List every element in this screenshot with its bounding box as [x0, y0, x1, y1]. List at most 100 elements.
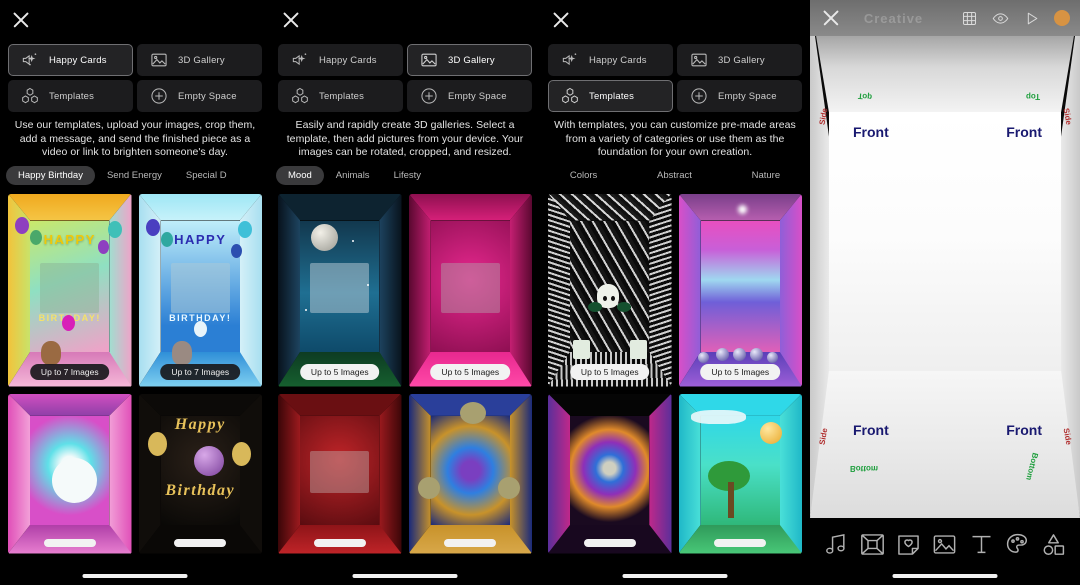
panel-3d-gallery: Happy Cards 3D Gallery Templates Empty S…	[270, 0, 540, 585]
close-icon[interactable]	[280, 9, 302, 31]
panel2-category-tabs[interactable]: Mood Animals Lifesty	[270, 166, 540, 186]
mode-happy-cards-label: Happy Cards	[589, 54, 647, 66]
thumbnail-badge	[43, 538, 96, 547]
mode-happy-cards[interactable]: Happy Cards	[278, 44, 403, 76]
mode-happy-cards[interactable]: Happy Cards	[548, 44, 673, 76]
mode-empty-space[interactable]: Empty Space	[677, 80, 802, 112]
close-icon[interactable]	[820, 7, 842, 29]
grid-icon[interactable]	[961, 10, 978, 27]
thumbnail-badge	[714, 538, 767, 547]
mode-3d-gallery[interactable]: 3D Gallery	[137, 44, 262, 76]
editor-title: Creative	[863, 10, 924, 26]
template-thumbnail[interactable]	[678, 393, 802, 554]
template-thumbnail[interactable]	[278, 393, 402, 554]
mode-empty-space[interactable]: Empty Space	[137, 80, 262, 112]
category-tab[interactable]: Lifesty	[382, 166, 433, 185]
template-thumbnail[interactable]	[548, 393, 672, 554]
mode-3d-gallery[interactable]: 3D Gallery	[677, 44, 802, 76]
panel2-template-grid: Up to 5 Images Up to 5 Images	[270, 186, 540, 554]
category-tab[interactable]: Send Energy	[95, 166, 174, 185]
plus-circle-icon	[149, 86, 169, 106]
mode-empty-space[interactable]: Empty Space	[407, 80, 532, 112]
template-thumbnail[interactable]: Up to 5 Images	[678, 193, 802, 387]
thumbnail-badge	[583, 538, 636, 547]
room-label-top-right: Top	[1025, 92, 1040, 101]
home-indicator	[622, 574, 728, 578]
sparkle-megaphone-icon	[20, 50, 40, 70]
template-thumbnail[interactable]: Up to 5 Images	[278, 193, 402, 387]
room-label-top-left: Top	[857, 91, 873, 102]
room-label-side-left: Side	[817, 107, 830, 126]
template-thumbnail[interactable]: Up to 5 Images	[548, 193, 672, 387]
play-icon[interactable]	[1023, 10, 1040, 27]
room-floor[interactable]	[810, 371, 1080, 518]
thumbnail-badge: Up to 5 Images	[299, 363, 380, 380]
room-label-front-right: Front	[1006, 124, 1042, 140]
category-tab[interactable]: Mood	[276, 166, 324, 185]
image-icon	[149, 50, 169, 70]
category-tab[interactable]: Animals	[324, 166, 382, 185]
panel3-topbar	[540, 0, 810, 40]
text-icon[interactable]	[968, 531, 995, 558]
home-indicator	[82, 574, 188, 578]
room-label-bottom-left: Bottom	[850, 464, 878, 473]
template-thumbnail[interactable]	[408, 393, 532, 554]
music-icon[interactable]	[823, 531, 850, 558]
palette-icon[interactable]	[1004, 531, 1031, 558]
sticker-icon[interactable]	[895, 531, 922, 558]
cubes-icon	[560, 86, 580, 106]
template-thumbnail[interactable]	[8, 393, 132, 554]
sparkle-megaphone-icon	[560, 50, 580, 70]
room-back-wall[interactable]	[828, 112, 1062, 371]
mode-empty-space-label: Empty Space	[178, 90, 237, 102]
thumbnail-badge: Up to 5 Images	[569, 363, 650, 380]
home-indicator	[352, 574, 458, 578]
category-tab[interactable]: Abstract	[645, 166, 704, 185]
panel3-category-tabs[interactable]: Colors Abstract Nature	[540, 166, 810, 186]
image-icon[interactable]	[931, 531, 958, 558]
thumbnail-badge	[313, 538, 366, 547]
mode-3d-gallery[interactable]: 3D Gallery	[407, 44, 532, 76]
thumbnail-badge: Up to 5 Images	[430, 363, 511, 380]
image-icon	[419, 50, 439, 70]
mode-templates[interactable]: Templates	[548, 80, 673, 112]
thumbnail-badge: Up to 5 Images	[700, 363, 781, 380]
panel2-description: Easily and rapidly create 3D galleries. …	[286, 119, 524, 158]
room-label-front-right-2: Front	[1006, 422, 1042, 438]
mode-empty-space-label: Empty Space	[718, 90, 777, 102]
mode-happy-cards[interactable]: Happy Cards	[8, 44, 133, 76]
panel1-category-tabs[interactable]: Happy Birthday Send Energy Special D	[0, 166, 270, 186]
template-thumbnail[interactable]: HAPPY BIRTHDAY! Up to 7 Images	[138, 193, 262, 387]
category-tab[interactable]: Happy Birthday	[6, 166, 95, 185]
mode-3d-gallery-label: 3D Gallery	[448, 54, 495, 66]
room-label-front-left-2: Front	[853, 422, 889, 438]
category-tab[interactable]: Special D	[174, 166, 239, 185]
room-preview: Top Top Front Front Front Front Side Sid…	[810, 0, 1080, 518]
plus-circle-icon	[419, 86, 439, 106]
mode-templates[interactable]: Templates	[278, 80, 403, 112]
room-icon[interactable]	[859, 531, 886, 558]
mode-templates[interactable]: Templates	[8, 80, 133, 112]
editor-viewport[interactable]: Top Top Front Front Front Front Side Sid…	[810, 0, 1080, 518]
shapes-icon[interactable]	[1040, 531, 1067, 558]
thumbnail-badge: Up to 7 Images	[29, 363, 110, 380]
mode-selector-2: Happy Cards 3D Gallery Templates Empty S…	[270, 40, 540, 112]
panel-templates: Happy Cards 3D Gallery Templates Empty S…	[540, 0, 810, 585]
template-thumbnail[interactable]: HAPPY BIRTHDAY! Up to 7 Images	[8, 193, 132, 387]
category-tab[interactable]: Nature	[740, 166, 793, 185]
panel3-description: With templates, you can customize pre-ma…	[554, 119, 796, 158]
category-tab[interactable]: Colors	[558, 166, 609, 185]
room-label-front-left: Front	[853, 124, 889, 140]
editor-topbar: Creative	[810, 0, 1080, 36]
editor-top-actions	[961, 10, 1070, 27]
panel-3d-editor: Top Top Front Front Front Front Side Sid…	[810, 0, 1080, 585]
mode-happy-cards-label: Happy Cards	[319, 54, 377, 66]
mode-templates-label: Templates	[589, 90, 635, 102]
close-icon[interactable]	[10, 9, 32, 31]
mode-selector-3: Happy Cards 3D Gallery Templates Empty S…	[540, 40, 810, 112]
eye-icon[interactable]	[992, 10, 1009, 27]
template-thumbnail[interactable]: Happy Birthday	[138, 393, 262, 554]
close-icon[interactable]	[550, 9, 572, 31]
color-dot-icon[interactable]	[1054, 10, 1070, 26]
template-thumbnail[interactable]: Up to 5 Images	[408, 193, 532, 387]
